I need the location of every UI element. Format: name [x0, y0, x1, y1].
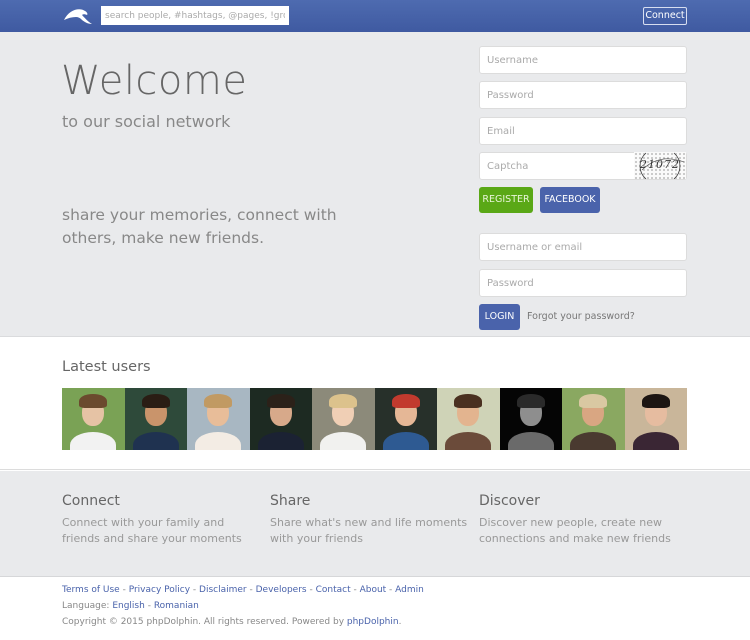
avatar-body [320, 432, 367, 450]
avatar-hair [516, 394, 545, 408]
copyright-text: Copyright © 2015 phpDolphin. All rights … [62, 617, 345, 627]
register-email-field[interactable] [479, 117, 687, 145]
hero-section: Welcome to our social network share your… [0, 32, 750, 337]
copyright-period: . [398, 617, 402, 627]
tagline: share your memories, connect with others… [62, 206, 337, 247]
footer-link-terms-of-use[interactable]: Terms of Use [62, 585, 120, 595]
avatar-hair [641, 394, 670, 408]
user-avatar[interactable] [62, 388, 125, 450]
latest-users-section: Latest users [0, 338, 750, 470]
forgot-password-link[interactable]: Forgot your password? [527, 311, 635, 322]
top-navbar: Connect [0, 0, 750, 32]
user-avatar[interactable] [499, 388, 562, 450]
separator: - [246, 585, 256, 595]
avatar-hair [79, 394, 108, 408]
register-password-field[interactable] [479, 81, 687, 109]
feature-title: Share [270, 493, 311, 509]
user-avatar[interactable] [624, 388, 687, 450]
login-password-field[interactable] [479, 269, 687, 297]
separator: - [386, 585, 396, 595]
facebook-button[interactable]: FACEBOOK [540, 187, 600, 213]
avatar-body [632, 432, 679, 450]
user-avatar[interactable] [187, 388, 250, 450]
latest-users-row [62, 388, 687, 450]
captcha-code: 21072 [640, 158, 680, 171]
footer-link-disclaimer[interactable]: Disclaimer [199, 585, 247, 595]
feature-title: Discover [479, 493, 540, 509]
search-input[interactable] [101, 6, 289, 25]
welcome-title: Welcome [61, 58, 248, 104]
feature-title: Connect [62, 493, 120, 509]
avatar-body [382, 432, 429, 450]
feature-discover: Discover Discover new people, create new… [479, 493, 679, 547]
footer-link-contact[interactable]: Contact [316, 585, 351, 595]
login-button[interactable]: LOGIN [479, 304, 520, 330]
avatar-body [570, 432, 617, 450]
feature-text: Connect with your family and friends and… [62, 516, 242, 545]
register-button[interactable]: REGISTER [479, 187, 533, 213]
avatar-hair [141, 394, 170, 408]
avatar-hair [391, 394, 420, 408]
avatar-hair [329, 394, 358, 408]
avatar-body [132, 432, 179, 450]
connect-button[interactable]: Connect [643, 7, 687, 25]
features-section: Connect Connect with your family and fri… [0, 471, 750, 577]
avatar-body [70, 432, 117, 450]
user-avatar[interactable] [374, 388, 437, 450]
separator: - [350, 585, 360, 595]
welcome-subtitle: to our social network [62, 112, 231, 131]
avatar-hair [266, 394, 295, 408]
avatar-hair [454, 394, 483, 408]
avatar-hair [204, 394, 233, 408]
footer: Terms of Use - Privacy Policy - Disclaim… [0, 578, 750, 640]
separator: - [119, 585, 129, 595]
footer-link-about[interactable]: About [360, 585, 387, 595]
avatar-body [257, 432, 304, 450]
feature-text: Share what's new and life moments with y… [270, 516, 468, 545]
separator: - [144, 601, 154, 611]
feature-share: Share Share what's new and life moments … [270, 493, 470, 547]
feature-text: Discover new people, create new connecti… [479, 516, 671, 545]
avatar-body [507, 432, 554, 450]
avatar-body [195, 432, 242, 450]
footer-language: Language: English - Romanian [62, 601, 199, 611]
footer-link-developers[interactable]: Developers [256, 585, 307, 595]
powered-by-link[interactable]: phpDolphin [347, 617, 399, 627]
avatar-hair [579, 394, 608, 408]
user-avatar[interactable] [249, 388, 312, 450]
register-username-field[interactable] [479, 46, 687, 74]
captcha-image: 21072 [634, 152, 686, 179]
login-username-field[interactable] [479, 233, 687, 261]
feature-connect: Connect Connect with your family and fri… [62, 493, 262, 547]
user-avatar[interactable] [312, 388, 375, 450]
language-romanian[interactable]: Romanian [154, 601, 199, 611]
footer-link-admin[interactable]: Admin [395, 585, 424, 595]
latest-users-title: Latest users [62, 359, 151, 375]
user-avatar[interactable] [437, 388, 500, 450]
footer-link-privacy-policy[interactable]: Privacy Policy [129, 585, 190, 595]
language-english[interactable]: English [112, 601, 145, 611]
separator: - [306, 585, 316, 595]
user-avatar[interactable] [124, 388, 187, 450]
dolphin-logo-icon[interactable] [63, 6, 93, 26]
avatar-body [445, 432, 492, 450]
separator: - [190, 585, 200, 595]
footer-copyright: Copyright © 2015 phpDolphin. All rights … [62, 617, 401, 627]
language-label: Language: [62, 601, 110, 611]
user-avatar[interactable] [562, 388, 625, 450]
footer-links: Terms of Use - Privacy Policy - Disclaim… [62, 585, 424, 595]
